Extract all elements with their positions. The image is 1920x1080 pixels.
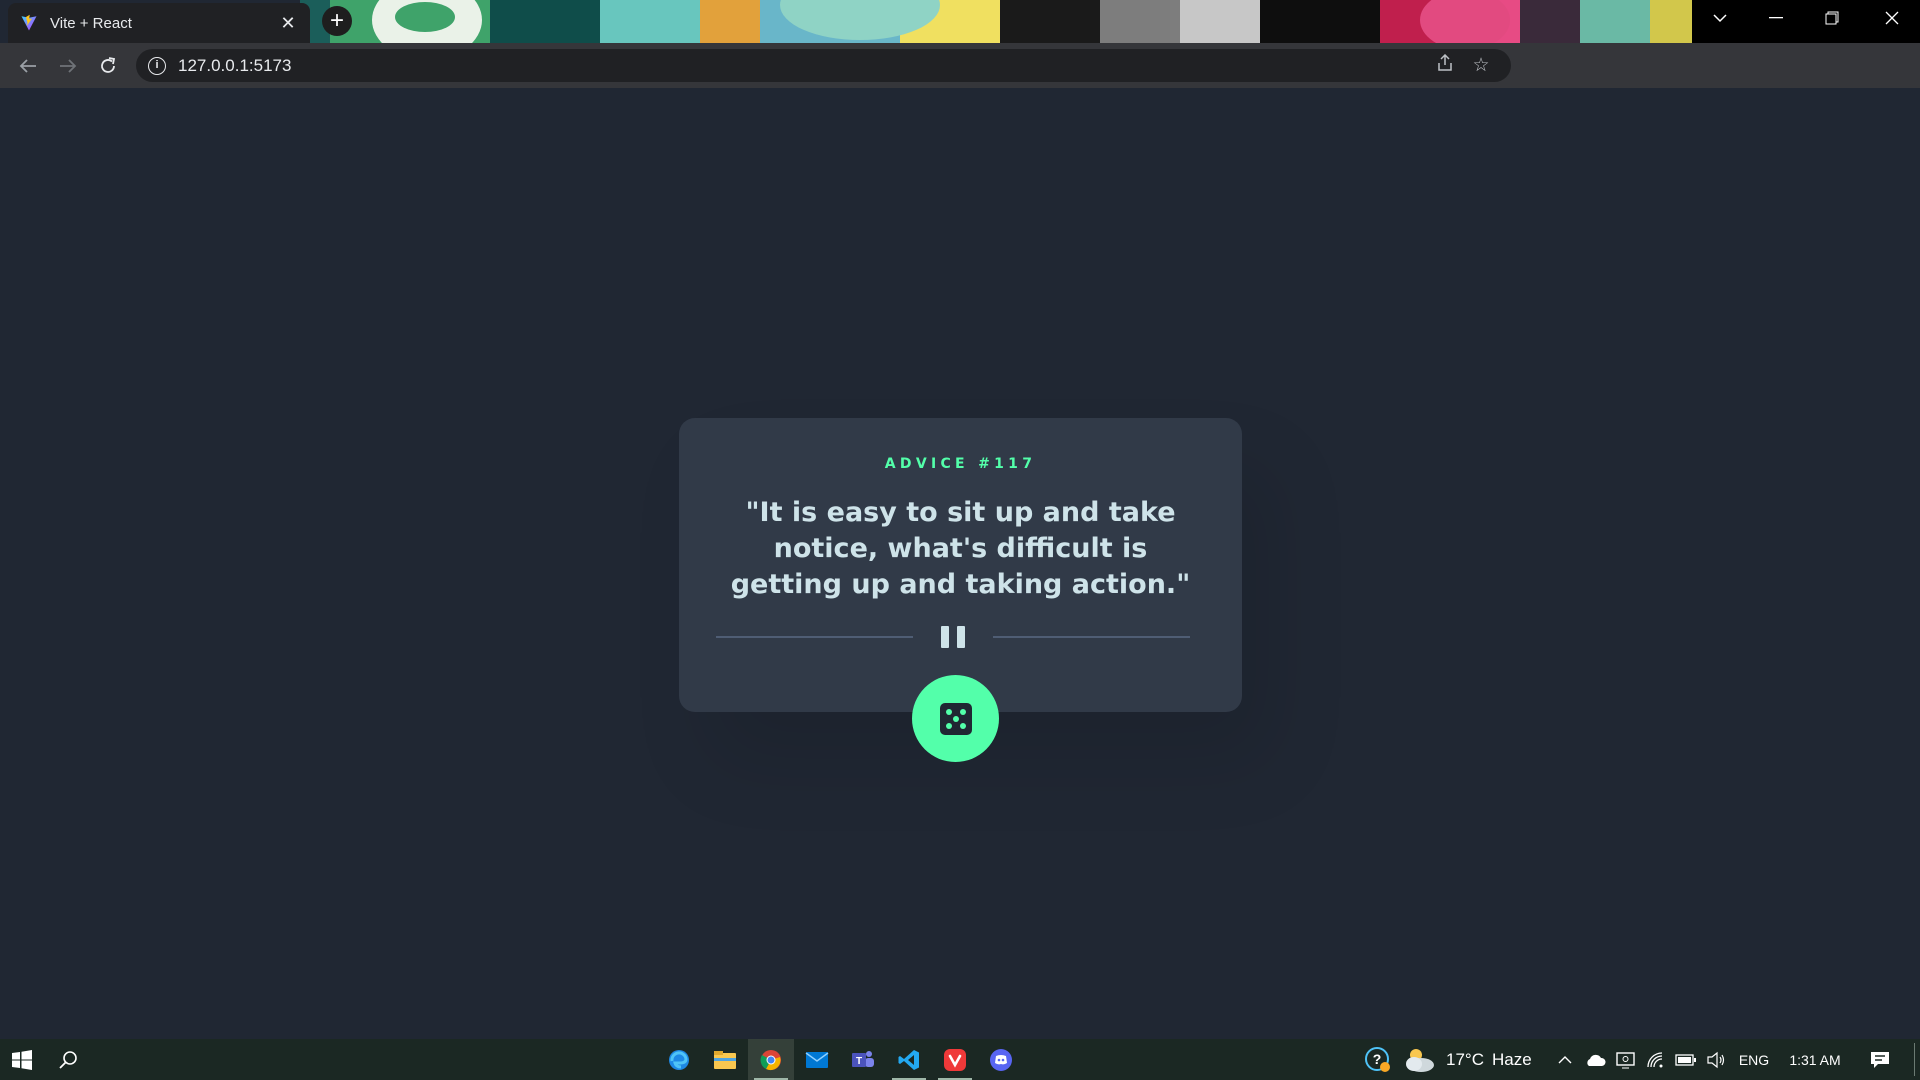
wallpaper-decoration — [780, 0, 940, 40]
help-tray-button[interactable]: ? — [1362, 1039, 1394, 1080]
wallpaper-decoration — [1420, 0, 1510, 43]
advice-number: ADVICE #117 — [884, 456, 1037, 472]
close-icon — [1885, 11, 1899, 25]
advice-quote: "It is easy to sit up and take notice, w… — [730, 497, 1191, 600]
vivaldi-icon — [944, 1048, 966, 1071]
address-bar[interactable]: i 127.0.0.1:5173 ☆ — [136, 49, 1511, 82]
battery-icon — [1675, 1053, 1696, 1066]
vite-icon — [21, 14, 37, 31]
mail-icon — [805, 1051, 829, 1068]
divider-line-left — [716, 636, 913, 638]
browser-tab[interactable]: Vite + React ✕ — [8, 3, 310, 43]
new-advice-button[interactable] — [912, 675, 999, 762]
wifi-icon — [1647, 1051, 1663, 1067]
volume-icon — [1707, 1051, 1725, 1068]
browser-toolbar: i 127.0.0.1:5173 ☆ F 3 — [0, 43, 1920, 121]
weather-condition: Haze — [1491, 1049, 1532, 1069]
advice-card: ADVICE #117 "It is easy to sit up and ta… — [679, 418, 1242, 712]
chevron-up-icon — [1558, 1055, 1572, 1063]
vscode-icon — [898, 1049, 919, 1070]
file-explorer-icon — [714, 1050, 736, 1069]
taskbar-vscode[interactable] — [886, 1039, 932, 1080]
url-text[interactable]: 127.0.0.1:5173 — [178, 56, 1427, 76]
onedrive-icon — [1587, 1054, 1606, 1066]
show-hidden-icons-button[interactable] — [1552, 1039, 1578, 1080]
close-icon[interactable]: ✕ — [278, 13, 298, 34]
wallpaper-decoration — [395, 2, 455, 32]
clock[interactable]: 1:31 AM — [1778, 1039, 1852, 1080]
star-icon[interactable]: ☆ — [1463, 54, 1499, 77]
taskbar-edge[interactable] — [656, 1039, 702, 1080]
taskbar-chrome[interactable] — [748, 1039, 794, 1080]
edge-icon — [669, 1049, 689, 1070]
notification-icon — [1871, 1051, 1889, 1068]
taskbar-discord[interactable] — [978, 1039, 1024, 1080]
language-indicator[interactable]: ENG — [1732, 1039, 1776, 1080]
taskbar-mail[interactable] — [794, 1039, 840, 1080]
taskbar-vivaldi[interactable] — [932, 1039, 978, 1080]
forward-icon — [60, 58, 77, 73]
volume-tray[interactable] — [1702, 1039, 1730, 1080]
language-text: ENG — [1738, 1051, 1770, 1068]
windows-icon — [12, 1049, 32, 1070]
onedrive-tray[interactable] — [1580, 1039, 1610, 1080]
taskbar-teams[interactable]: T — [840, 1039, 886, 1080]
new-tab-button[interactable]: + — [322, 6, 352, 36]
show-desktop-divider[interactable] — [1914, 1043, 1915, 1076]
teams-icon: T — [852, 1050, 874, 1067]
discord-icon — [990, 1048, 1012, 1071]
start-button[interactable] — [0, 1039, 44, 1080]
chevron-down-icon — [1713, 14, 1727, 23]
divider-line-right — [993, 636, 1190, 638]
minimize-button[interactable] — [1748, 0, 1804, 36]
restore-icon — [1825, 11, 1839, 25]
close-window-button[interactable] — [1864, 0, 1920, 36]
display-tray[interactable] — [1612, 1039, 1640, 1080]
back-button[interactable] — [8, 48, 48, 84]
pause-icon — [941, 626, 965, 648]
search-button[interactable] — [46, 1039, 90, 1080]
tab-search-button[interactable] — [1692, 0, 1748, 36]
windows-taskbar: T ? 17°C Haze ENG 1:31 AM — [0, 1039, 1920, 1080]
restore-button[interactable] — [1804, 0, 1860, 36]
forward-button[interactable] — [48, 48, 88, 84]
plus-icon: + — [329, 7, 344, 34]
minimize-icon — [1769, 17, 1783, 19]
reload-button[interactable] — [88, 48, 128, 84]
help-icon: ? — [1365, 1046, 1390, 1072]
notification-button[interactable] — [1862, 1039, 1898, 1080]
reload-icon — [101, 56, 116, 73]
weather-widget[interactable]: 17°C Haze — [1402, 1039, 1552, 1080]
search-icon — [59, 1050, 77, 1069]
chrome-icon — [760, 1049, 781, 1070]
svg-text:T: T — [856, 1056, 862, 1067]
back-icon — [19, 58, 36, 73]
tab-title: Vite + React — [50, 14, 132, 32]
battery-tray[interactable] — [1672, 1039, 1700, 1080]
share-icon[interactable] — [1427, 53, 1463, 78]
wifi-tray[interactable] — [1642, 1039, 1670, 1080]
dice-icon — [939, 702, 972, 735]
weather-haze-icon — [1406, 1048, 1434, 1072]
clock-time: 1:31 AM — [1789, 1051, 1841, 1068]
browser-titlebar: Vite + React ✕ + — [0, 0, 1920, 43]
weather-temp: 17°C — [1446, 1049, 1484, 1069]
svg-text:?: ? — [1373, 1051, 1382, 1067]
display-icon — [1616, 1051, 1635, 1068]
taskbar-file-explorer[interactable] — [702, 1039, 748, 1080]
info-icon[interactable]: i — [148, 56, 166, 75]
